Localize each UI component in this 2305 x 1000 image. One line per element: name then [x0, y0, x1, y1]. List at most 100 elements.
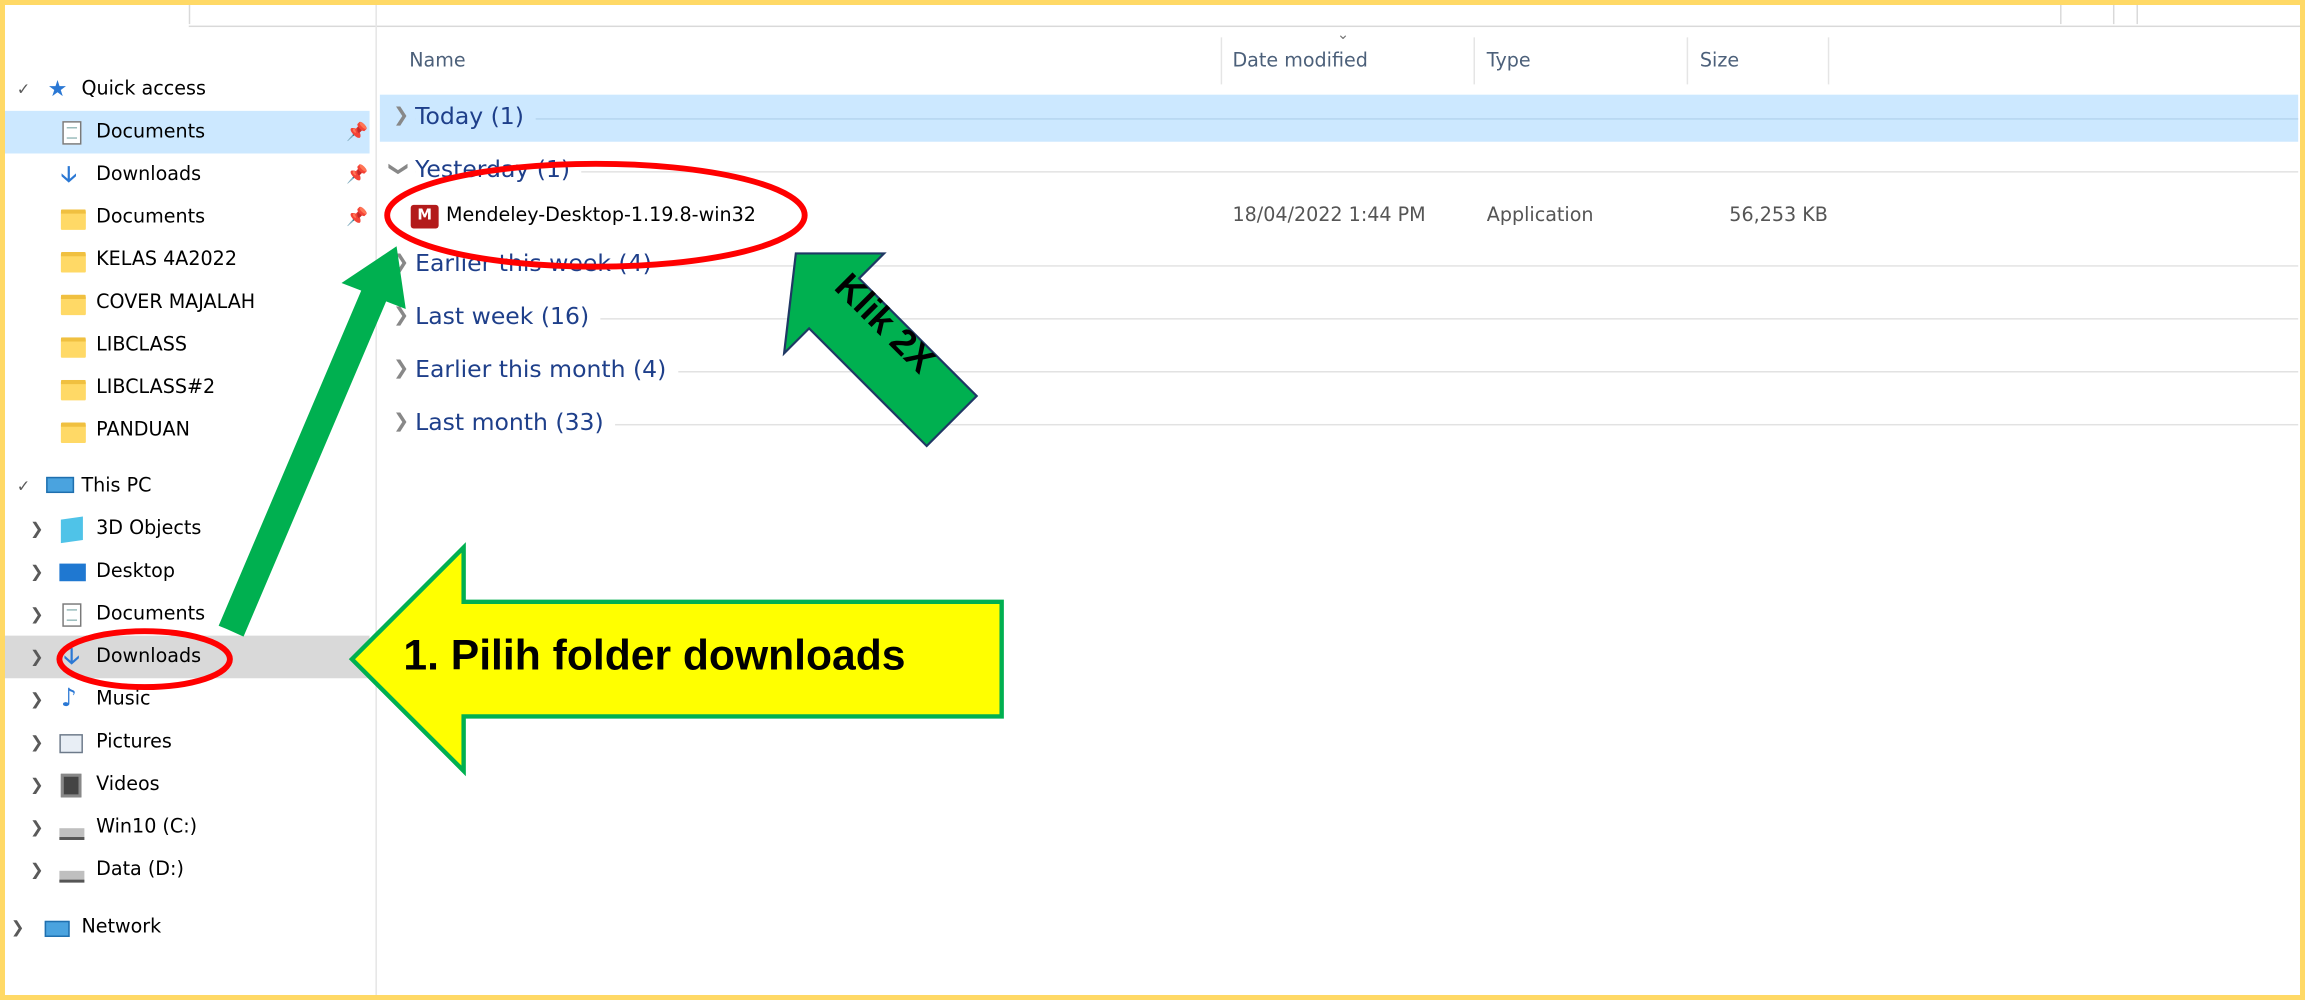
windows-drive-icon	[59, 828, 85, 840]
nav-quick-item-documents-folder[interactable]: Documents 📌	[5, 196, 370, 239]
chevron-right-icon[interactable]: ❯	[30, 508, 44, 551]
folder-icon	[60, 422, 86, 444]
nav-pc-item-drive-d[interactable]: ❯ Data (D:)	[5, 849, 370, 892]
chevron-right-icon[interactable]: ❯	[393, 358, 409, 380]
nav-quick-item-documents[interactable]: Documents 📌	[5, 110, 370, 154]
group-divider	[415, 371, 2299, 373]
file-size: 56,253 KB	[1729, 204, 1828, 227]
document-icon	[62, 121, 82, 145]
callout-text: 1. Pilih folder downloads	[403, 632, 906, 680]
group-divider	[415, 318, 2299, 320]
chevron-right-icon[interactable]: ❯	[30, 550, 44, 593]
file-type: Application	[1486, 204, 1594, 227]
nav-pc-item-videos[interactable]: ❯ Videos	[5, 764, 370, 807]
nav-label: Data (D:)	[96, 859, 184, 882]
nav-quick-item-kelas[interactable]: KELAS 4A2022	[5, 239, 370, 282]
group-header-earlier-this-month[interactable]: ❯ Earlier this month (4)	[379, 347, 2299, 395]
search-box[interactable]	[2136, 5, 2301, 25]
download-arrow-icon: 🡣	[60, 160, 77, 188]
group-header-earlier-this-week[interactable]: ❯ Earlier this week (4)	[379, 241, 2299, 289]
nav-label: Quick access	[81, 78, 206, 101]
chevron-right-icon[interactable]: ❯	[30, 721, 44, 764]
group-header-last-week[interactable]: ❯ Last week (16)	[379, 294, 2299, 342]
file-row[interactable]: M Mendeley-Desktop-1.19.8-win32 18/04/20…	[380, 198, 2298, 238]
group-label: Today (1)	[415, 102, 536, 130]
column-separator[interactable]	[1220, 37, 1223, 85]
group-label: Earlier this week (4)	[415, 249, 664, 277]
computer-icon	[46, 476, 75, 494]
folder-icon	[60, 294, 86, 316]
download-arrow-icon: 🡣	[63, 642, 80, 670]
nav-label: 3D Objects	[96, 518, 202, 541]
cube-icon	[60, 516, 83, 544]
chevron-right-icon[interactable]: ❯	[30, 764, 44, 807]
chevron-right-icon[interactable]: ❯	[30, 678, 44, 721]
group-label: Earlier this month (4)	[415, 354, 679, 383]
nav-label: Win10 (C:)	[96, 816, 198, 839]
nav-pc-item-3d-objects[interactable]: ❯ 3D Objects	[5, 508, 370, 551]
chevron-right-icon[interactable]: ❯	[393, 252, 409, 274]
nav-label: LIBCLASS#2	[96, 376, 216, 399]
nav-quick-item-libclass[interactable]: LIBCLASS	[5, 324, 370, 367]
nav-label: Videos	[96, 773, 160, 796]
column-header-size[interactable]: Size	[1700, 51, 1739, 73]
nav-label: Documents	[96, 206, 206, 229]
group-header-today[interactable]: ❯ Today (1)	[379, 94, 2299, 142]
nav-pc-item-downloads[interactable]: ❯ 🡣 Downloads	[5, 635, 370, 679]
column-separator[interactable]	[1827, 37, 1830, 85]
chevron-down-icon[interactable]: ❯	[387, 161, 409, 177]
column-header-type[interactable]: Type	[1487, 51, 1531, 73]
nav-quick-item-cover-majalah[interactable]: COVER MAJALAH	[5, 281, 370, 324]
group-divider	[415, 423, 2299, 426]
column-header-date-modified[interactable]: Date modified	[1232, 51, 1367, 73]
nav-pc-item-documents[interactable]: ❯ Documents	[5, 593, 370, 636]
chevron-right-icon[interactable]: ❯	[30, 593, 44, 636]
group-label: Yesterday (1)	[415, 154, 582, 183]
nav-quick-item-panduan[interactable]: PANDUAN	[5, 409, 370, 452]
refresh-button[interactable]	[2060, 5, 2115, 25]
navigation-pane: ✓ ★ Quick access Documents 📌 🡣 Downloads…	[5, 64, 375, 995]
nav-pc-item-music[interactable]: ❯ ♪ Music	[5, 678, 370, 721]
explorer-window: ✓ ★ Quick access Documents 📌 🡣 Downloads…	[0, 0, 2305, 1000]
nav-label: LIBCLASS	[96, 334, 187, 357]
group-header-last-month[interactable]: ❯ Last month (33)	[379, 400, 2299, 448]
music-note-icon: ♪	[60, 684, 77, 714]
nav-quick-item-libclass2[interactable]: LIBCLASS#2	[5, 367, 370, 410]
chevron-right-icon[interactable]: ❯	[11, 906, 25, 949]
column-header-name[interactable]: Name	[409, 51, 465, 73]
folder-icon	[60, 251, 86, 273]
nav-quick-access[interactable]: ✓ ★ Quick access	[5, 68, 370, 111]
nav-pc-item-drive-c[interactable]: ❯ Win10 (C:)	[5, 806, 370, 849]
chevron-right-icon[interactable]: ❯	[30, 806, 44, 849]
chevron-right-icon[interactable]: ❯	[393, 305, 409, 327]
nav-quick-item-downloads[interactable]: 🡣 Downloads 📌	[5, 153, 370, 196]
network-icon	[44, 920, 70, 937]
chevron-right-icon[interactable]: ❯	[393, 105, 409, 127]
expand-check-icon[interactable]: ✓	[17, 465, 31, 508]
group-header-yesterday[interactable]: ❯ Yesterday (1)	[379, 147, 2299, 195]
nav-pc-item-desktop[interactable]: ❯ Desktop	[5, 550, 370, 593]
chevron-right-icon[interactable]: ❯	[30, 636, 44, 679]
pin-icon: 📌	[346, 121, 369, 142]
column-separator[interactable]	[1686, 37, 1689, 85]
nav-pc-item-pictures[interactable]: ❯ Pictures	[5, 721, 370, 764]
nav-label: Desktop	[96, 560, 175, 583]
nav-label: KELAS 4A2022	[96, 249, 237, 272]
nav-label: PANDUAN	[96, 419, 190, 442]
sort-chevron-icon: ⌄	[1336, 27, 1350, 44]
chevron-right-icon[interactable]: ❯	[393, 411, 409, 433]
address-bar-strip	[188, 5, 2301, 28]
expand-check-icon[interactable]: ✓	[17, 68, 31, 111]
nav-label: Music	[96, 688, 151, 711]
nav-network[interactable]: ❯ Network	[5, 906, 370, 949]
navigation-divider	[375, 5, 377, 995]
address-bar[interactable]	[188, 5, 2062, 25]
film-icon	[60, 773, 82, 798]
folder-icon	[60, 209, 86, 230]
chevron-right-icon[interactable]: ❯	[30, 849, 44, 892]
column-separator[interactable]	[1473, 37, 1475, 85]
folder-icon	[60, 337, 86, 358]
nav-label: Pictures	[96, 731, 172, 754]
nav-label: Downloads	[96, 645, 202, 668]
nav-this-pc[interactable]: ✓ This PC	[5, 465, 370, 508]
